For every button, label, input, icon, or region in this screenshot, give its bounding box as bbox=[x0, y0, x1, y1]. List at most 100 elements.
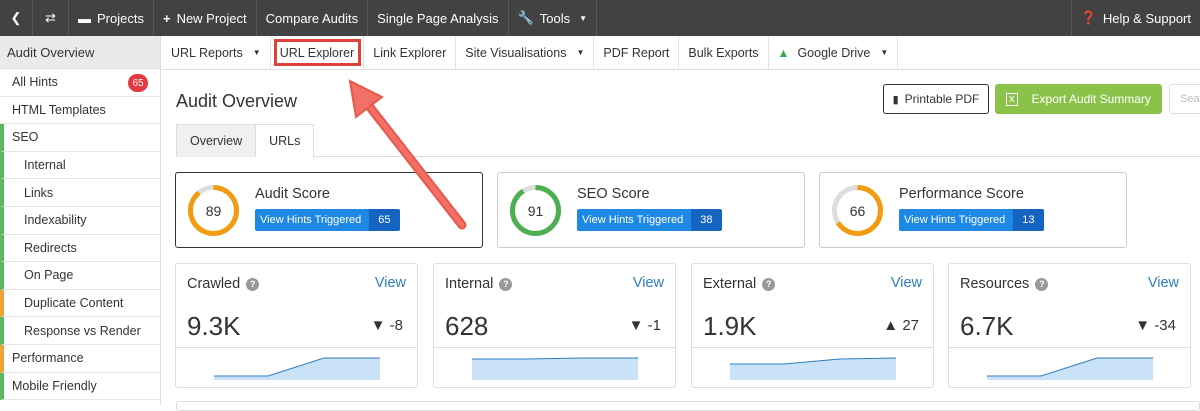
trend-icon: ▼ bbox=[1135, 317, 1151, 334]
hints-count: 38 bbox=[691, 209, 722, 231]
trend-icon: ▼ bbox=[628, 317, 644, 334]
pdf-report-link[interactable]: PDF Report bbox=[594, 36, 680, 69]
view-hints-button[interactable]: View Hints Triggered 13 bbox=[899, 209, 1044, 231]
google-drive-menu[interactable]: ▲ Google Drive ▼ bbox=[769, 36, 899, 69]
question-icon[interactable]: ? bbox=[499, 277, 513, 291]
seo-score-card[interactable]: 91 SEO Score View Hints Triggered 38 bbox=[497, 172, 805, 248]
sidebar-item-indexability[interactable]: Indexability bbox=[0, 206, 160, 235]
chevron-left-icon: ❮ bbox=[10, 10, 22, 25]
question-icon[interactable]: ? bbox=[246, 277, 260, 291]
stat-value: 9.3K bbox=[187, 311, 241, 341]
wrench-icon: 🔧 bbox=[517, 10, 534, 25]
url-explorer-link[interactable]: URL Explorer bbox=[271, 36, 365, 69]
performance-score-card[interactable]: 66 Performance Score View Hints Triggere… bbox=[819, 172, 1127, 248]
caret-down-icon: ▼ bbox=[252, 48, 261, 57]
view-link[interactable]: View bbox=[1148, 275, 1179, 291]
stat-value: 6.7K bbox=[960, 311, 1014, 341]
trend-icon: ▲ bbox=[883, 317, 899, 334]
tools-menu[interactable]: 🔧 Tools ▼ bbox=[509, 0, 598, 36]
sidebar-header[interactable]: Audit Overview bbox=[0, 36, 160, 69]
audit-score-value: 89 bbox=[205, 202, 222, 219]
export-audit-summary-button[interactable]: x Export Audit Summary bbox=[995, 84, 1162, 114]
link-explorer-link[interactable]: Link Explorer bbox=[364, 36, 457, 69]
site-visualisations-menu[interactable]: Site Visualisations ▼ bbox=[456, 36, 595, 69]
sidebar-item-all-hints[interactable]: All Hints 65 bbox=[0, 69, 160, 97]
sparkline-chart bbox=[214, 357, 380, 380]
sparkline-chart bbox=[472, 357, 638, 380]
caret-down-icon: ▼ bbox=[579, 13, 588, 23]
stat-change: ▲ 27 bbox=[883, 317, 919, 334]
stat-value: 1.9K bbox=[703, 311, 757, 341]
sidebar-item-seo[interactable]: SEO bbox=[0, 124, 160, 152]
resources-stat-card: Resources? View 6.7K ▼ -34 bbox=[948, 263, 1191, 388]
bulk-exports-link[interactable]: Bulk Exports bbox=[679, 36, 769, 69]
view-link[interactable]: View bbox=[633, 275, 664, 291]
view-link[interactable]: View bbox=[375, 275, 406, 291]
view-hints-button[interactable]: View Hints Triggered 65 bbox=[255, 209, 400, 231]
search-input[interactable]: Search bbox=[1169, 84, 1200, 114]
report-subnav: URL Reports ▼ URL Explorer Link Explorer … bbox=[162, 36, 1200, 70]
page-title: Audit Overview bbox=[176, 91, 298, 111]
single-page-analysis-button[interactable]: Single Page Analysis bbox=[368, 0, 509, 36]
audit-score-card[interactable]: 89 Audit Score View Hints Triggered 65 bbox=[175, 172, 483, 248]
hints-count: 65 bbox=[369, 209, 400, 231]
crawled-stat-card: Crawled? View 9.3K ▼ -8 bbox=[175, 263, 418, 388]
stat-change: ▼ -1 bbox=[628, 317, 661, 334]
next-section-card bbox=[176, 401, 1200, 411]
tab-urls[interactable]: URLs bbox=[255, 124, 315, 157]
stat-change: ▼ -8 bbox=[370, 317, 403, 334]
divider bbox=[434, 347, 675, 348]
top-toolbar: ❮ ⇄ ▬ Projects + New Project Compare Audit… bbox=[0, 0, 1200, 36]
trend-icon: ▼ bbox=[370, 317, 386, 334]
overview-tabs: Overview URLs bbox=[176, 124, 1200, 157]
stat-title: Resources bbox=[960, 276, 1030, 292]
projects-button[interactable]: ▬ Projects bbox=[69, 0, 154, 36]
question-icon[interactable]: ? bbox=[1035, 277, 1049, 291]
spreadsheet-icon: x bbox=[1006, 92, 1018, 106]
seo-score-title: SEO Score bbox=[577, 186, 650, 202]
sidebar: Audit Overview All Hints 65 HTML Templat… bbox=[0, 36, 161, 405]
seo-score-value: 91 bbox=[527, 202, 544, 219]
swap-arrows-icon: ⇄ bbox=[45, 10, 56, 25]
plus-icon: + bbox=[162, 10, 171, 26]
sidebar-item-mobile-friendly[interactable]: Mobile Friendly bbox=[0, 372, 160, 401]
stat-value: 628 bbox=[445, 311, 489, 341]
help-support-button[interactable]: ❓ Help & Support bbox=[1070, 0, 1200, 36]
url-reports-menu[interactable]: URL Reports ▼ bbox=[162, 36, 271, 69]
stat-title: Internal bbox=[445, 276, 494, 292]
printable-pdf-button[interactable]: ▮ Printable PDF bbox=[883, 84, 989, 114]
external-stat-card: External? View 1.9K ▲ 27 bbox=[691, 263, 934, 388]
internal-stat-card: Internal? View 628 ▼ -1 bbox=[433, 263, 676, 388]
performance-score-value: 66 bbox=[849, 202, 866, 219]
folder-icon: ▬ bbox=[78, 10, 91, 26]
sidebar-item-html-templates[interactable]: HTML Templates bbox=[0, 96, 160, 125]
back-button[interactable]: ❮ bbox=[0, 0, 33, 36]
sidebar-item-links[interactable]: Links bbox=[0, 179, 160, 207]
caret-down-icon: ▼ bbox=[880, 48, 889, 57]
compare-audits-button[interactable]: Compare Audits bbox=[257, 0, 369, 36]
google-drive-icon: ▲ bbox=[777, 45, 790, 60]
sidebar-item-performance[interactable]: Performance bbox=[0, 344, 160, 373]
stat-title: External bbox=[703, 276, 757, 292]
hints-count-badge: 65 bbox=[128, 74, 148, 92]
stat-title: Crawled bbox=[187, 276, 241, 292]
document-icon: ▮ bbox=[892, 93, 899, 106]
sidebar-item-on-page[interactable]: On Page bbox=[0, 262, 160, 290]
sidebar-item-response-vs-render[interactable]: Response vs Render bbox=[0, 317, 160, 345]
switch-button[interactable]: ⇄ bbox=[33, 0, 69, 36]
sparkline-chart bbox=[730, 357, 897, 380]
sidebar-item-internal[interactable]: Internal bbox=[0, 151, 160, 180]
sidebar-item-redirects[interactable]: Redirects bbox=[0, 234, 160, 263]
divider bbox=[176, 347, 417, 348]
audit-score-title: Audit Score bbox=[255, 186, 330, 202]
question-icon[interactable]: ? bbox=[762, 277, 776, 291]
sidebar-item-duplicate-content[interactable]: Duplicate Content bbox=[0, 289, 160, 318]
divider bbox=[692, 347, 933, 348]
new-project-button[interactable]: + New Project bbox=[154, 0, 257, 36]
view-link[interactable]: View bbox=[891, 275, 922, 291]
view-hints-button[interactable]: View Hints Triggered 38 bbox=[577, 209, 722, 231]
tab-overview[interactable]: Overview bbox=[176, 124, 257, 157]
sparkline-chart bbox=[987, 357, 1153, 380]
hints-count: 13 bbox=[1013, 209, 1044, 231]
